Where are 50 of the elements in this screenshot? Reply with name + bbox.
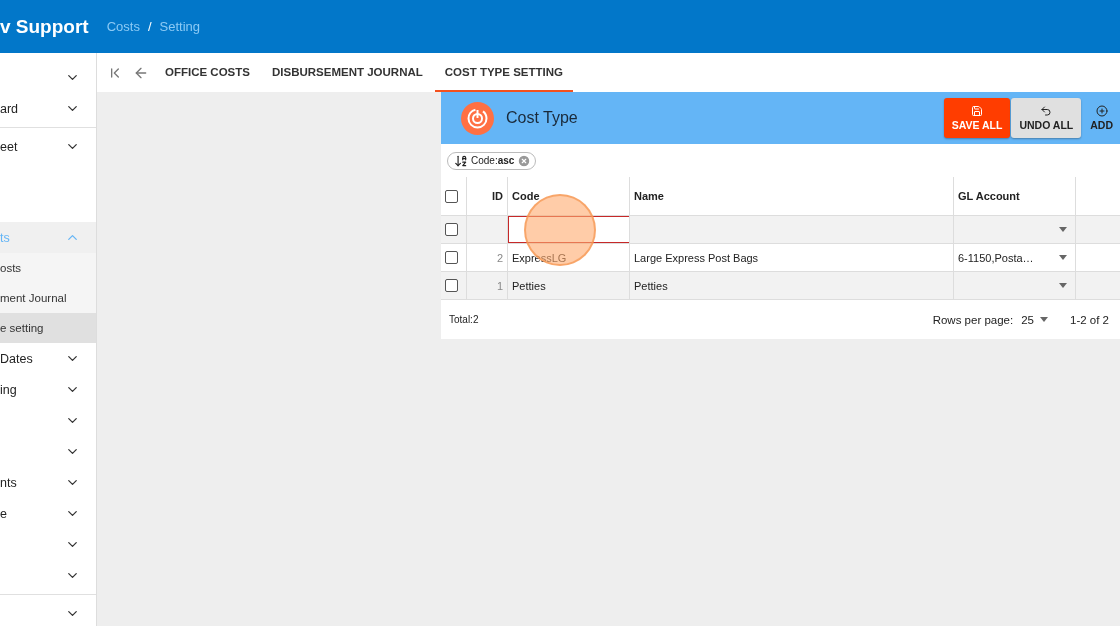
card-title: Cost Type <box>506 109 579 127</box>
column-header: GL Account <box>954 177 1076 216</box>
tab[interactable]: DISBURSEMENT JOURNAL <box>262 53 433 92</box>
code-input-field[interactable] <box>508 216 629 243</box>
sidebar-item[interactable]: Dates <box>0 343 96 374</box>
sidebar-subitem[interactable]: osts <box>0 253 96 283</box>
dropdown-caret-icon <box>1059 255 1067 260</box>
sidebar-subitem[interactable]: e setting <box>0 313 96 343</box>
column-header: Code <box>508 177 630 216</box>
table-cell: Petties <box>630 272 954 300</box>
dropdown-caret-icon <box>1059 283 1067 288</box>
tab[interactable]: OFFICE COSTS <box>155 53 260 92</box>
undo-icon <box>1040 105 1053 117</box>
dropdown-caret-icon <box>1040 317 1048 322</box>
add-button[interactable]: ADD <box>1082 98 1120 138</box>
breadcrumb-separator: / <box>147 19 152 34</box>
name-input-field[interactable] <box>630 216 954 244</box>
target-logo-icon <box>461 101 494 135</box>
sidebar-item[interactable]: e <box>0 498 96 529</box>
sort-chip-label: Code:asc <box>471 155 515 166</box>
table-cell: 1 <box>467 272 508 300</box>
undo-button[interactable]: UNDO ALL <box>1011 98 1082 138</box>
total-count: Total:2 <box>449 314 479 325</box>
row-checkbox[interactable] <box>445 223 458 236</box>
table-cell: Large Express Post Bags <box>630 244 954 272</box>
select-all-checkbox[interactable] <box>445 189 458 203</box>
row-checkbox[interactable] <box>445 251 458 264</box>
dropdown-caret-icon <box>1059 227 1067 232</box>
page-range: 1-2 of 2 <box>1070 313 1109 326</box>
rows-per-page-select[interactable]: 25 <box>1021 313 1048 326</box>
remove-chip-icon[interactable] <box>517 153 532 168</box>
table-cell: Petties <box>508 272 630 300</box>
sort-az-icon <box>454 153 468 168</box>
column-header: Name <box>630 177 954 216</box>
sidebar-item[interactable]: ard <box>0 93 96 124</box>
table-cell: 2 <box>467 244 508 272</box>
save-button[interactable]: SAVE ALL <box>943 98 1011 138</box>
table-cell: ExpressLG <box>508 244 630 272</box>
rows-per-page-label: Rows per page: <box>932 313 1014 326</box>
gl-account-dropdown[interactable]: 6-1150,Posta… <box>954 244 1076 272</box>
plus-circle-icon <box>1095 105 1108 117</box>
sidebar-item[interactable]: ing <box>0 374 96 405</box>
sidebar-subitem[interactable]: ment Journal <box>0 283 96 313</box>
app-title: v Support <box>0 15 89 38</box>
row-checkbox[interactable] <box>445 279 458 292</box>
sidebar-item[interactable]: nts <box>0 467 96 498</box>
sidebar-item[interactable]: eet <box>0 131 96 162</box>
gl-account-dropdown[interactable] <box>954 272 1076 300</box>
column-header: ID <box>467 177 508 216</box>
gl-account-dropdown[interactable] <box>954 216 1076 244</box>
